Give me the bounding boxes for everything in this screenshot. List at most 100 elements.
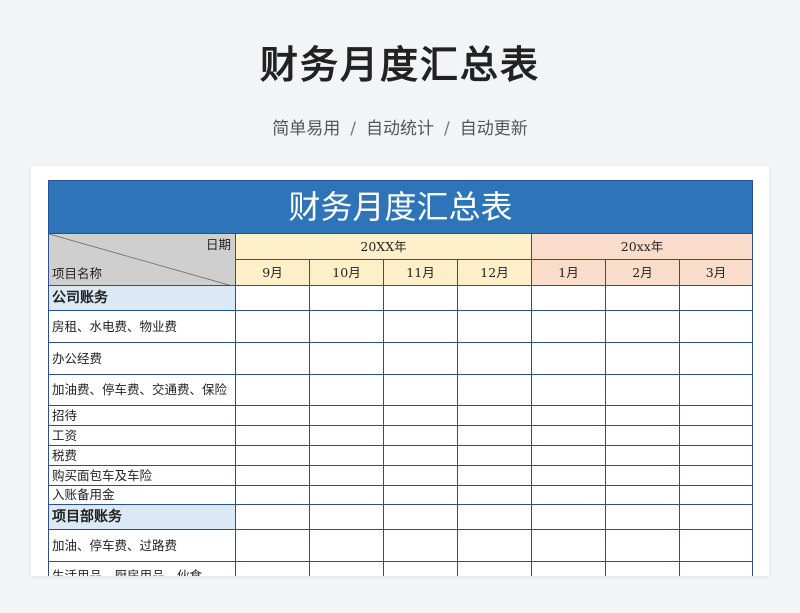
value-cell[interactable]	[309, 342, 384, 375]
value-cell[interactable]	[605, 285, 680, 311]
value-cell[interactable]	[531, 445, 606, 466]
value-cell[interactable]	[531, 425, 606, 446]
value-cell[interactable]	[235, 285, 310, 311]
value-cell[interactable]	[309, 561, 384, 576]
page-title: 财务月度汇总表	[259, 43, 540, 87]
value-cell[interactable]	[678, 374, 754, 406]
value-cell[interactable]	[531, 485, 606, 505]
month-header: 9月	[235, 259, 310, 286]
value-cell[interactable]	[457, 504, 532, 530]
value-cell[interactable]	[531, 405, 606, 426]
value-cell[interactable]	[678, 485, 754, 505]
value-cell[interactable]	[531, 504, 606, 530]
value-cell[interactable]	[457, 425, 532, 446]
value-cell[interactable]	[383, 285, 458, 311]
row-label: 入账备用金	[48, 485, 236, 505]
value-cell[interactable]	[235, 485, 310, 505]
table-row: 入账备用金	[48, 485, 754, 505]
value-cell[interactable]	[235, 425, 310, 446]
value-cell[interactable]	[309, 529, 384, 562]
value-cell[interactable]	[235, 561, 310, 576]
value-cell[interactable]	[531, 342, 606, 375]
row-label: 工资	[48, 425, 236, 446]
value-cell[interactable]	[531, 561, 606, 576]
row-label: 加油费、停车费、交通费、保险	[48, 374, 236, 406]
value-cell[interactable]	[678, 465, 754, 486]
value-cell[interactable]	[678, 310, 754, 343]
value-cell[interactable]	[383, 425, 458, 446]
value-cell[interactable]	[531, 465, 606, 486]
value-cell[interactable]	[678, 405, 754, 426]
row-label: 生活用品、厨房用品、伙食	[48, 561, 236, 576]
table-row: 购买面包车及车险	[48, 465, 754, 486]
value-cell[interactable]	[383, 405, 458, 426]
value-cell[interactable]	[605, 561, 680, 576]
row-label: 加油、停车费、过路费	[48, 529, 236, 562]
value-cell[interactable]	[309, 445, 384, 466]
value-cell[interactable]	[309, 285, 384, 311]
value-cell[interactable]	[457, 285, 532, 311]
value-cell[interactable]	[235, 445, 310, 466]
value-cell[interactable]	[605, 310, 680, 343]
value-cell[interactable]	[383, 485, 458, 505]
value-cell[interactable]	[605, 342, 680, 375]
value-cell[interactable]	[309, 374, 384, 406]
value-cell[interactable]	[457, 374, 532, 406]
finance-table: 财务月度汇总表 日期 项目名称 20XX年 20xx年 9月 10月 11月 1…	[47, 180, 754, 576]
value-cell[interactable]	[383, 310, 458, 343]
value-cell[interactable]	[383, 374, 458, 406]
value-cell[interactable]	[678, 445, 754, 466]
value-cell[interactable]	[457, 405, 532, 426]
value-cell[interactable]	[678, 504, 754, 530]
value-cell[interactable]	[457, 529, 532, 562]
value-cell[interactable]	[678, 285, 754, 311]
value-cell[interactable]	[235, 342, 310, 375]
value-cell[interactable]	[678, 561, 754, 576]
section-row: 项目部账务	[48, 504, 754, 530]
value-cell[interactable]	[235, 529, 310, 562]
header-diagonal-cell: 日期 项目名称	[48, 233, 236, 286]
value-cell[interactable]	[235, 504, 310, 530]
value-cell[interactable]	[605, 485, 680, 505]
value-cell[interactable]	[678, 529, 754, 562]
value-cell[interactable]	[235, 374, 310, 406]
value-cell[interactable]	[457, 485, 532, 505]
value-cell[interactable]	[457, 561, 532, 576]
value-cell[interactable]	[605, 374, 680, 406]
value-cell[interactable]	[457, 342, 532, 375]
value-cell[interactable]	[309, 425, 384, 446]
value-cell[interactable]	[605, 504, 680, 530]
value-cell[interactable]	[605, 465, 680, 486]
value-cell[interactable]	[678, 425, 754, 446]
value-cell[interactable]	[457, 445, 532, 466]
value-cell[interactable]	[309, 405, 384, 426]
value-cell[interactable]	[605, 425, 680, 446]
value-cell[interactable]	[383, 445, 458, 466]
value-cell[interactable]	[605, 445, 680, 466]
value-cell[interactable]	[383, 465, 458, 486]
sheet-card: 财务月度汇总表 日期 项目名称 20XX年 20xx年 9月 10月 11月 1…	[31, 166, 769, 576]
value-cell[interactable]	[309, 310, 384, 343]
value-cell[interactable]	[531, 374, 606, 406]
value-cell[interactable]	[309, 504, 384, 530]
value-cell[interactable]	[383, 504, 458, 530]
value-cell[interactable]	[383, 342, 458, 375]
value-cell[interactable]	[605, 529, 680, 562]
value-cell[interactable]	[531, 285, 606, 311]
value-cell[interactable]	[309, 485, 384, 505]
tag-separator: /	[350, 119, 356, 139]
value-cell[interactable]	[235, 310, 310, 343]
value-cell[interactable]	[235, 465, 310, 486]
value-cell[interactable]	[457, 310, 532, 343]
value-cell[interactable]	[383, 561, 458, 576]
value-cell[interactable]	[531, 529, 606, 562]
row-label: 税费	[48, 445, 236, 466]
value-cell[interactable]	[531, 310, 606, 343]
tagline: 简单易用 / 自动统计 / 自动更新	[0, 114, 800, 139]
value-cell[interactable]	[383, 529, 458, 562]
value-cell[interactable]	[235, 405, 310, 426]
value-cell[interactable]	[678, 342, 754, 375]
value-cell[interactable]	[309, 465, 384, 486]
value-cell[interactable]	[605, 405, 680, 426]
value-cell[interactable]	[457, 465, 532, 486]
